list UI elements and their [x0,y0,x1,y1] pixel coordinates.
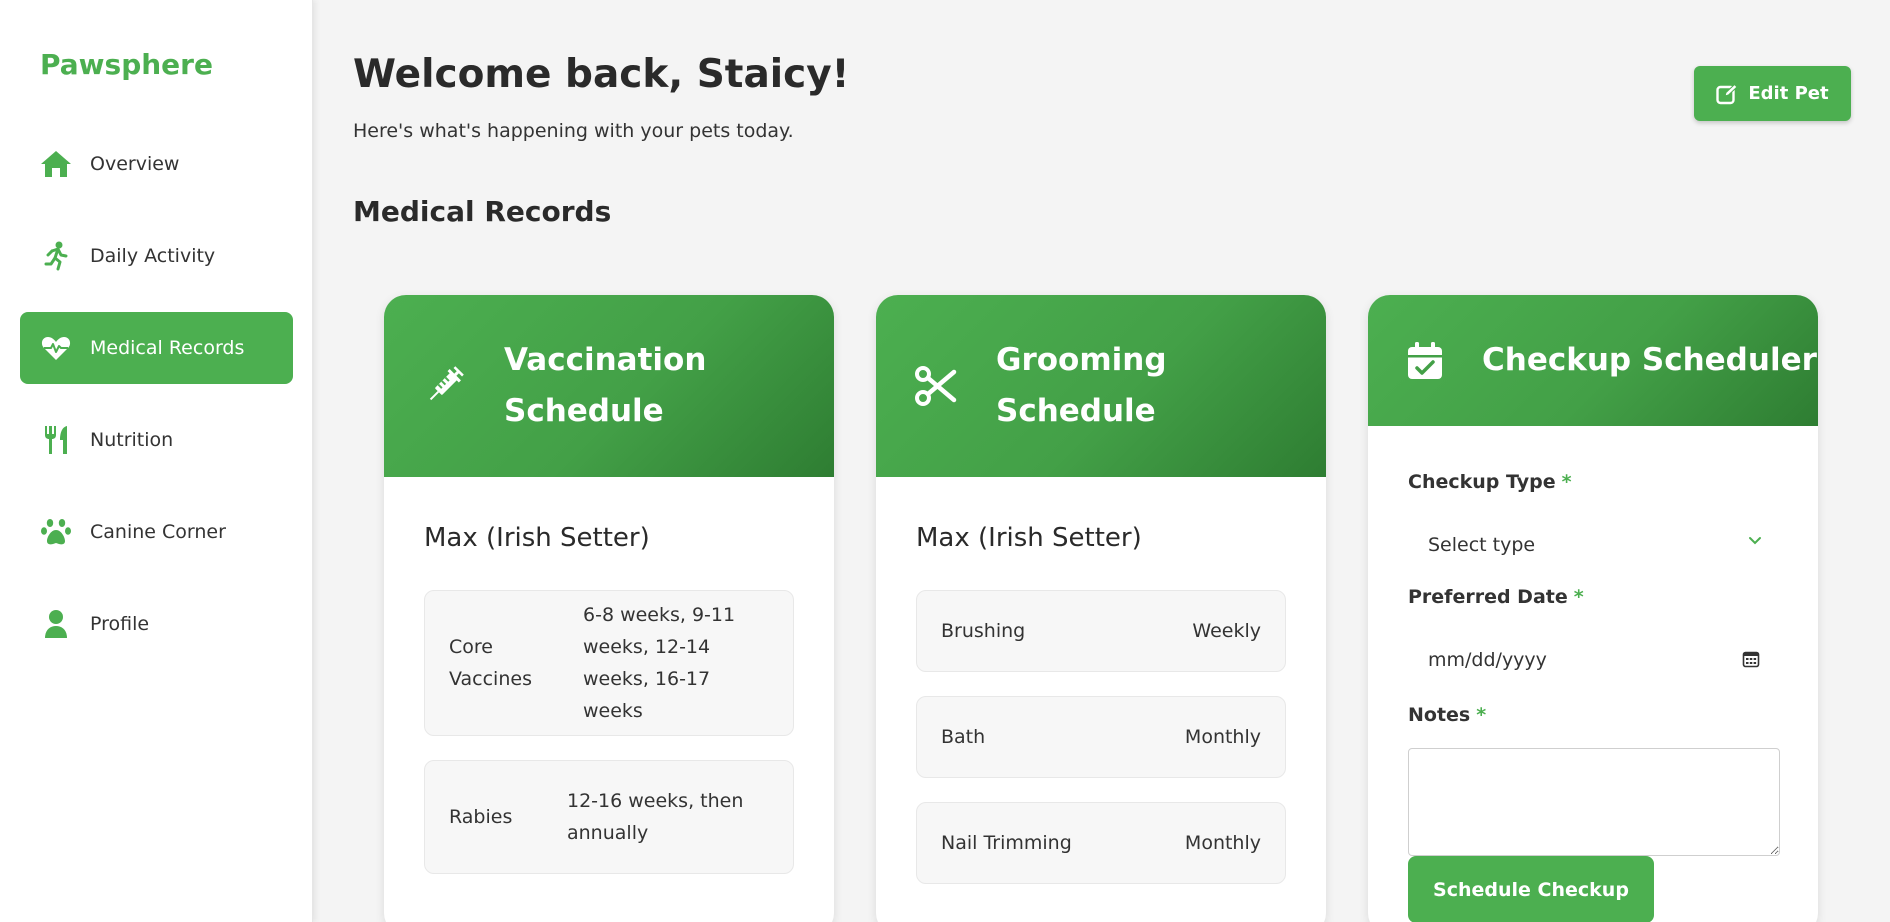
sidebar-item-canine-corner[interactable]: Canine Corner [20,496,293,568]
grooming-card-header: Grooming Schedule [876,295,1326,477]
edit-icon [1716,83,1739,104]
chevron-down-icon [1749,537,1761,545]
grooming-frequency: Monthly [1184,832,1261,854]
preferred-date-input[interactable]: mm/dd/yyyy [1408,635,1780,685]
sidebar: Pawsphere Overview Daily Activity Medica… [0,0,313,922]
sidebar-item-nutrition[interactable]: Nutrition [20,404,293,476]
list-item: Rabies 12-16 weeks, then annually [424,760,794,874]
sidebar-item-overview[interactable]: Overview [20,128,293,200]
date-placeholder: mm/dd/yyyy [1428,649,1547,671]
vaccine-schedule: 6-8 weeks, 9-11 weeks, 12-14 weeks, 16-1… [583,604,736,722]
sidebar-item-label: Canine Corner [90,521,226,543]
sidebar-item-label: Profile [90,613,150,635]
pet-name: Max (Irish Setter) [424,523,650,553]
list-item: Core Vaccines 6-8 weeks, 9-11 weeks, 12-… [424,590,794,736]
running-icon [38,241,74,271]
grooming-frequency: Monthly [1184,726,1261,748]
calendar-check-icon [1408,341,1442,379]
calendar-icon[interactable] [1742,650,1760,668]
page-title: Welcome back, Staicy! [353,52,850,97]
notes-label: Notes * [1408,704,1487,726]
grooming-title: Grooming Schedule [996,342,1167,429]
sidebar-nav: Overview Daily Activity Medical Records … [20,128,293,680]
checkup-type-select[interactable]: Select type [1408,520,1780,570]
checkup-card-header: Checkup Scheduler [1368,295,1818,426]
paw-icon [38,517,74,547]
edit-pet-label: Edit Pet [1748,83,1829,104]
grooming-task: Nail Trimming [941,832,1072,854]
vaccination-title: Vaccination Schedule [504,342,707,429]
vaccine-name: Rabies [449,806,513,828]
main-content: Welcome back, Staicy! Here's what's happ… [353,0,1890,922]
brand-logo[interactable]: Pawsphere [40,48,213,81]
heart-pulse-icon [38,333,74,363]
section-title: Medical Records [353,195,612,228]
home-icon [38,149,74,179]
sidebar-item-label: Overview [90,153,180,175]
edit-pet-button[interactable]: Edit Pet [1694,66,1851,121]
checkup-scheduler-card: Checkup Scheduler Checkup Type * Select t… [1368,295,1818,922]
checkup-type-label: Checkup Type * [1408,471,1572,493]
pet-name: Max (Irish Setter) [916,523,1142,553]
list-item: Brushing Weekly [916,590,1286,672]
sidebar-item-label: Daily Activity [90,245,216,267]
list-item: Nail Trimming Monthly [916,802,1286,884]
list-item: Bath Monthly [916,696,1286,778]
vaccine-name: Core Vaccines [449,636,532,690]
select-value: Select type [1428,534,1536,556]
notes-textarea[interactable] [1408,748,1780,856]
sidebar-item-profile[interactable]: Profile [20,588,293,660]
grooming-task: Bath [941,726,986,748]
schedule-checkup-button[interactable]: Schedule Checkup [1408,856,1654,922]
checkup-title: Checkup Scheduler [1482,342,1817,378]
syringe-icon [429,366,464,401]
vaccine-schedule: 12-16 weeks, then annually [567,790,744,844]
scissors-icon [915,366,957,406]
page-subtitle: Here's what's happening with your pets t… [353,120,794,142]
sidebar-item-medical-records[interactable]: Medical Records [20,312,293,384]
grooming-task: Brushing [941,620,1026,642]
user-icon [38,609,74,639]
vaccination-card: Vaccination Schedule Max (Irish Setter) … [384,295,834,922]
vaccination-card-header: Vaccination Schedule [384,295,834,477]
preferred-date-label: Preferred Date * [1408,586,1584,608]
sidebar-item-daily-activity[interactable]: Daily Activity [20,220,293,292]
grooming-frequency: Weekly [1192,620,1261,642]
sidebar-item-label: Medical Records [90,337,245,359]
sidebar-item-label: Nutrition [90,429,174,451]
utensils-icon [38,425,74,455]
grooming-card: Grooming Schedule Max (Irish Setter) Bru… [876,295,1326,922]
